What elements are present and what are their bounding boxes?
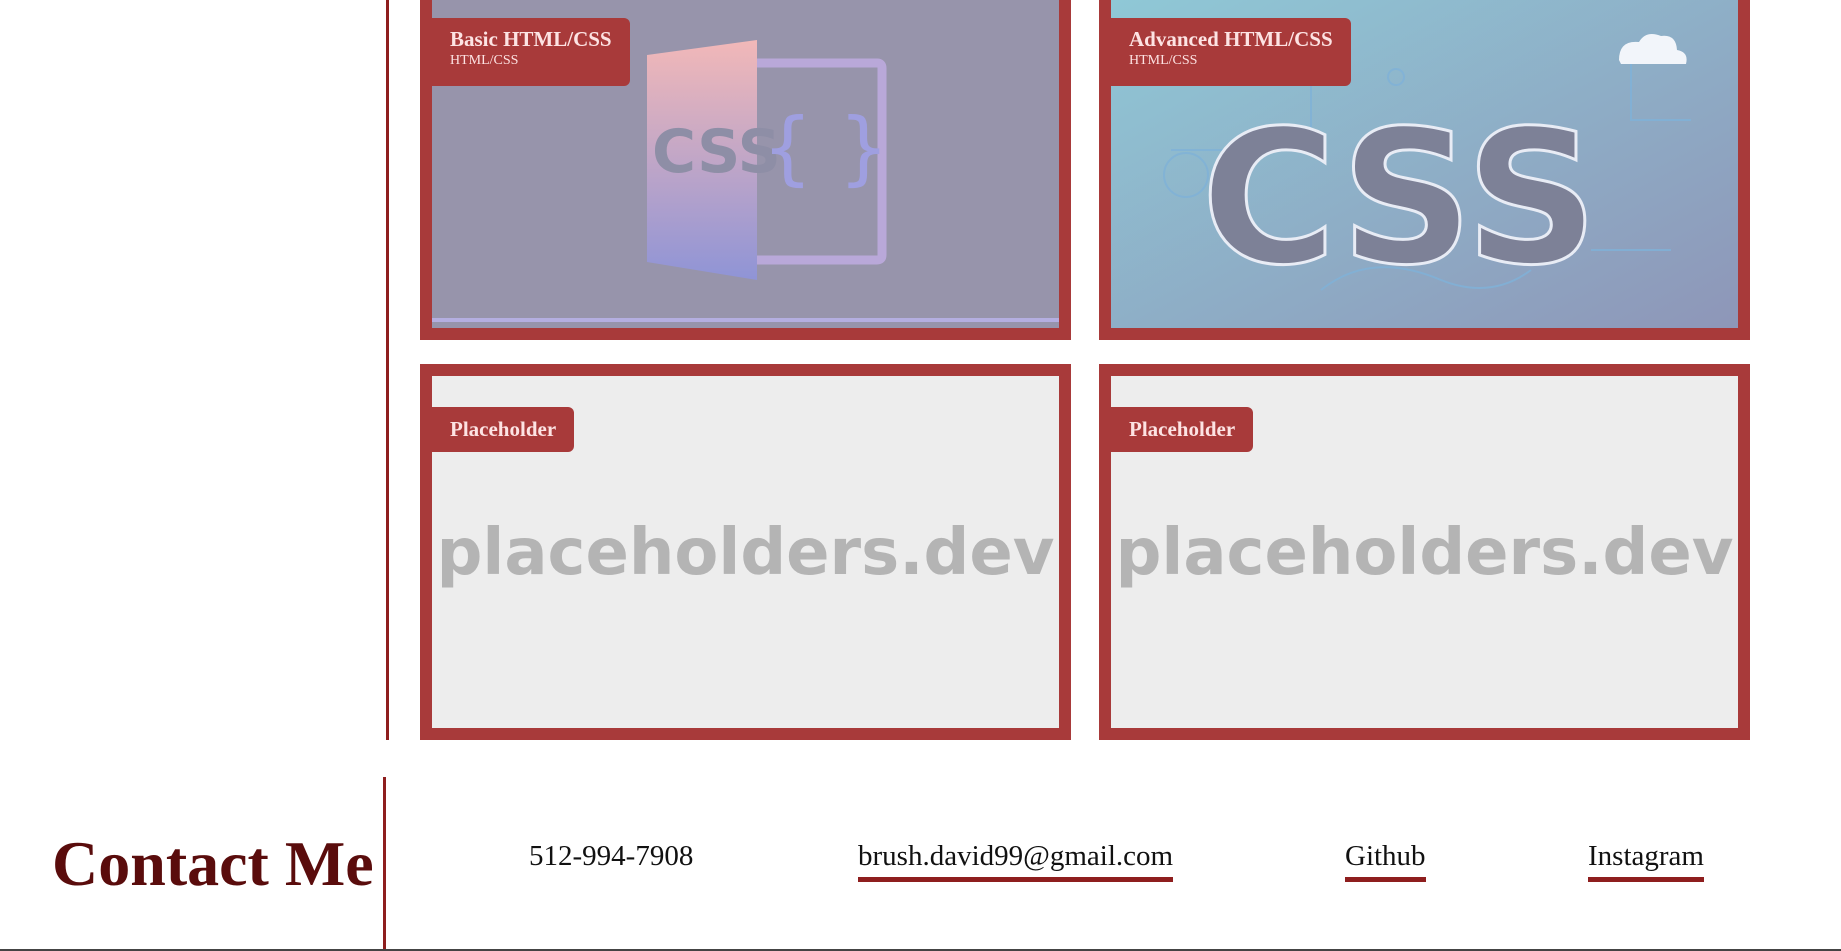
project-title-tag: Placeholder	[1111, 407, 1254, 452]
project-card-placeholder[interactable]: Placeholder placeholders.dev	[1099, 364, 1750, 740]
project-category: HTML/CSS	[450, 53, 519, 68]
project-category: HTML/CSS	[1129, 53, 1198, 68]
project-title-tag: Basic HTML/CSS HTML/CSS	[432, 18, 630, 86]
project-title: Placeholder	[1129, 417, 1236, 441]
phone-number: 512-994-7908	[529, 840, 694, 872]
placeholder-image-text: placeholders.dev	[436, 516, 1055, 590]
instagram-link[interactable]: Instagram	[1588, 838, 1704, 882]
project-card-advanced-html-css[interactable]: CSS Advanced HTML/CSS HTML/CSS	[1099, 0, 1750, 340]
contact-heading: Contact Me	[52, 828, 374, 899]
project-title: Placeholder	[450, 417, 557, 441]
project-title-tag: Placeholder	[432, 407, 575, 452]
section-divider-line	[386, 0, 389, 740]
project-title: Basic HTML/CSS	[450, 27, 612, 51]
placeholder-image-text: placeholders.dev	[1115, 516, 1734, 590]
contact-divider-line	[383, 777, 386, 951]
github-link[interactable]: Github	[1345, 838, 1426, 882]
email-link[interactable]: brush.david99@gmail.com	[858, 838, 1174, 882]
svg-text:CSS: CSS	[1201, 90, 1598, 306]
project-card-basic-html-css[interactable]: CSS { } Basic HTML/CSS HTML/CSS	[420, 0, 1071, 340]
project-title: Advanced HTML/CSS	[1129, 27, 1333, 51]
svg-text:{ }: { }	[762, 101, 889, 194]
project-card-placeholder[interactable]: Placeholder placeholders.dev	[420, 364, 1071, 740]
project-title-tag: Advanced HTML/CSS HTML/CSS	[1111, 18, 1351, 86]
